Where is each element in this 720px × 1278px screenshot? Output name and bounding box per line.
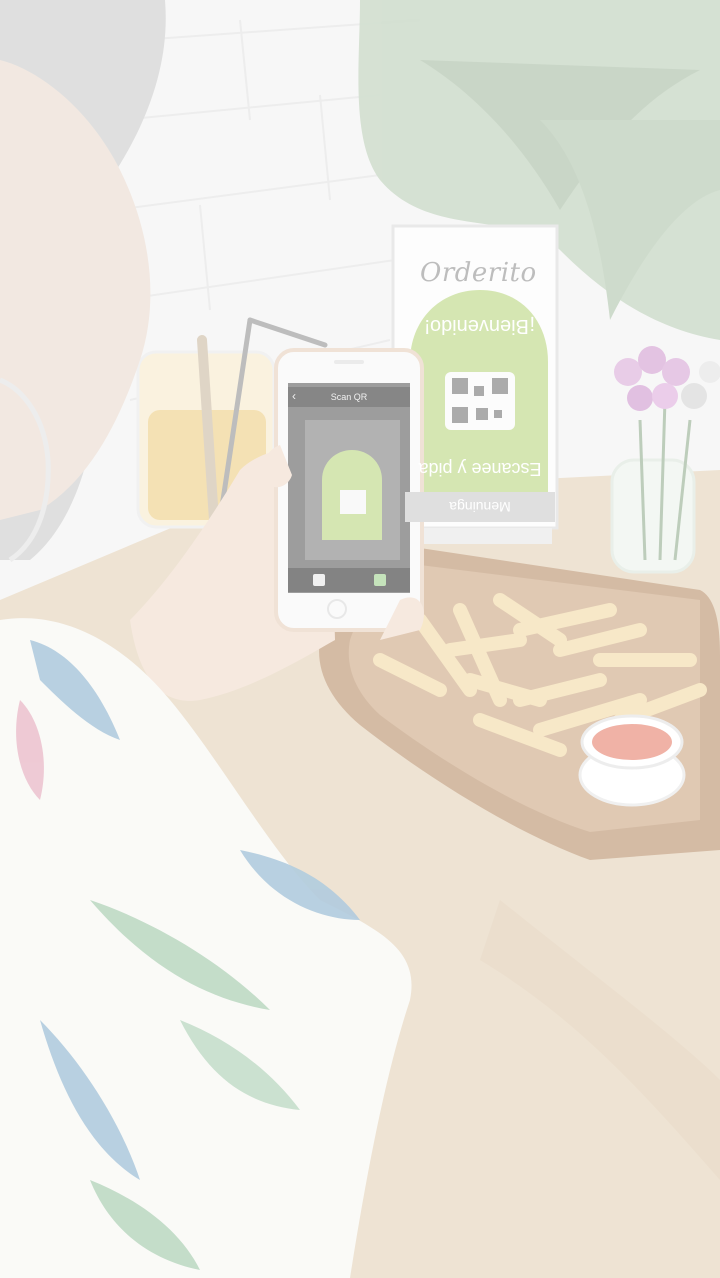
phone-topbar: Scan QR bbox=[288, 387, 410, 407]
phone-tabbar bbox=[288, 568, 410, 592]
phone-tab-menu-icon bbox=[373, 574, 386, 586]
phone-back-icon: ‹ bbox=[292, 389, 296, 403]
phone-tab-scan-icon bbox=[312, 574, 325, 586]
background-photo bbox=[0, 0, 720, 1278]
stand-line-welcome: ¡Bienvenido! bbox=[424, 315, 536, 337]
stand-footer-text: Menuinga bbox=[449, 499, 511, 515]
stand-brand-logo: Orderito bbox=[420, 258, 550, 288]
splash-scene: Orderito ¡Bienvenido! Escanee y pida Men… bbox=[0, 0, 720, 1278]
stand-brand-text: Orderito bbox=[420, 258, 537, 288]
phone-title: Scan QR bbox=[330, 392, 368, 402]
stand-footer: Menuinga bbox=[405, 492, 555, 522]
stand-line-scan: Escanee y pida bbox=[418, 459, 542, 479]
